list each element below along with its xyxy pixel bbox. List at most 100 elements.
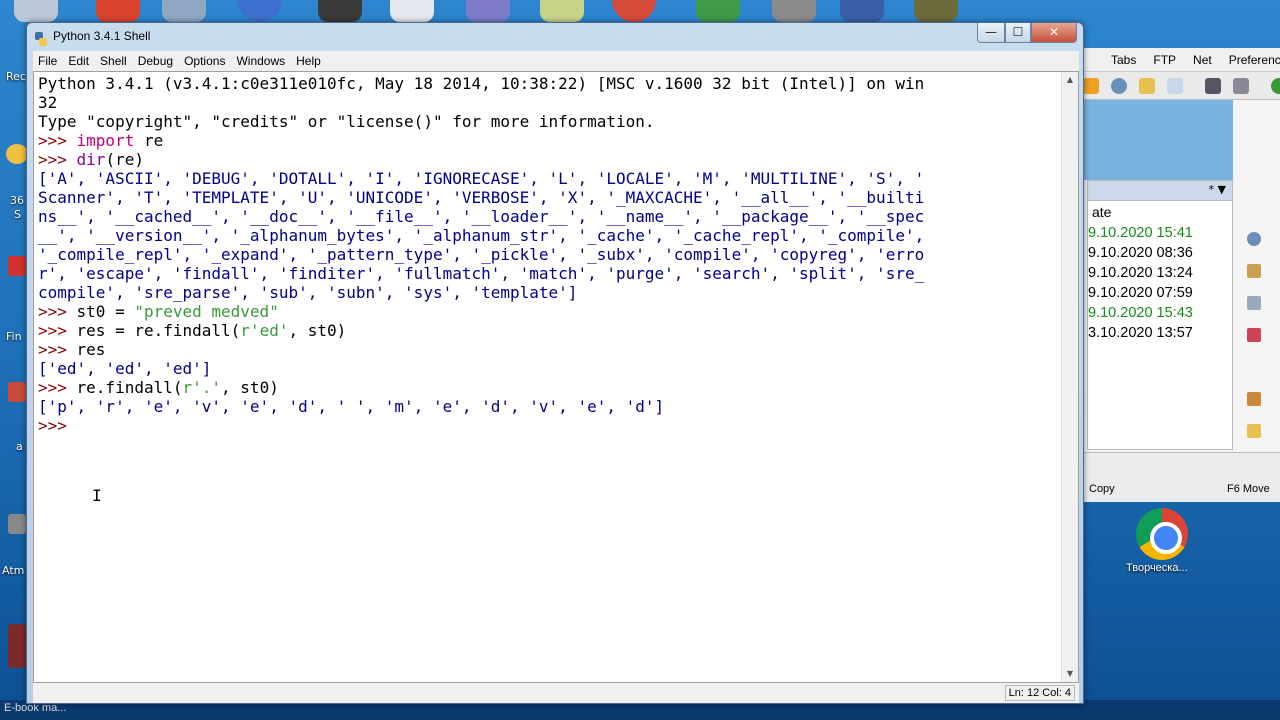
shell-line[interactable]: 32	[38, 93, 1058, 112]
desktop-icon-red[interactable]	[96, 0, 140, 22]
menu-edit[interactable]: Edit	[63, 54, 95, 68]
shell-line[interactable]: Scanner', 'T', 'TEMPLATE', 'U', 'UNICODE…	[38, 188, 1058, 207]
desktop-icon-chrome[interactable]	[612, 0, 656, 22]
file-row-date[interactable]: 9.10.2020 15:41	[1088, 223, 1232, 243]
desktop-shortcut-icon[interactable]	[8, 382, 26, 402]
close-button[interactable]: ✕	[1031, 23, 1077, 43]
shell-text: '_compile_repl', '_expand', '_pattern_ty…	[38, 245, 925, 264]
chrome-icon[interactable]	[1136, 508, 1188, 560]
shell-line[interactable]: '_compile_repl', '_expand', '_pattern_ty…	[38, 245, 1058, 264]
desktop-shortcut-label: Творческа...	[1126, 562, 1188, 574]
green-icon[interactable]	[1271, 78, 1280, 94]
list-icon[interactable]	[1247, 328, 1261, 342]
title-bar[interactable]: Python 3.4.1 Shell — ☐ ✕	[27, 23, 1083, 51]
date-column-header[interactable]: ate	[1088, 201, 1232, 223]
desktop-icon-dark[interactable]	[318, 0, 362, 22]
shell-line[interactable]: Python 3.4.1 (v3.4.1:c0e311e010fc, May 1…	[38, 74, 1058, 93]
menu-debug[interactable]: Debug	[133, 54, 179, 68]
status-bar: Ln: 12 Col: 4	[33, 683, 1079, 703]
shell-line[interactable]: Type "copyright", "credits" or "license(…	[38, 112, 1058, 131]
scroll-down-arrow-icon[interactable]: ▼	[1062, 666, 1078, 682]
zoom-icon[interactable]	[1247, 232, 1261, 246]
shell-line[interactable]: ['p', 'r', 'e', 'v', 'e', 'd', ' ', 'm',…	[38, 397, 1058, 416]
minimize-button[interactable]: —	[977, 23, 1005, 43]
shell-line[interactable]: compile', 'sre_parse', 'sub', 'subn', 's…	[38, 283, 1058, 302]
copy-icon[interactable]	[1167, 78, 1183, 94]
list-icon[interactable]	[1247, 296, 1261, 310]
desktop-icon-trash[interactable]	[14, 0, 58, 22]
desktop-icon-yellow[interactable]	[540, 0, 584, 22]
menu-help[interactable]: Help	[291, 54, 327, 68]
file-row-date[interactable]: 9.10.2020 13:24	[1088, 263, 1232, 283]
scroll-up-arrow-icon[interactable]: ▲	[1062, 72, 1078, 88]
desktop-icon-green[interactable]	[696, 0, 740, 22]
move-button[interactable]: F6 Move	[1227, 483, 1270, 495]
view-icon[interactable]	[1205, 78, 1221, 94]
desktop-shortcut-icon[interactable]	[8, 624, 26, 668]
folder-icon[interactable]	[1139, 78, 1155, 94]
upload-icon[interactable]	[1247, 392, 1261, 406]
desktop-shortcut-icon[interactable]	[6, 144, 26, 164]
file-row-date[interactable]: 9.10.2020 08:36	[1088, 243, 1232, 263]
shell-line[interactable]: >>> st0 = "preved medved"	[38, 302, 1058, 321]
shell-text: "preved medved"	[134, 302, 279, 321]
desktop-icon-olive[interactable]	[914, 0, 958, 22]
shell-line[interactable]: >>> import re	[38, 131, 1058, 150]
background-menu-item[interactable]: Preferences	[1220, 53, 1280, 67]
header-dropdown[interactable]: * ▼	[1209, 183, 1226, 196]
shell-text: res	[76, 340, 106, 359]
edit-icon[interactable]	[1247, 264, 1261, 278]
shell-line[interactable]: >>>	[38, 416, 1058, 435]
desktop-icon-purple[interactable]	[466, 0, 510, 22]
cursor-position: Ln: 12 Col: 4	[1004, 685, 1075, 701]
shell-prompt: >>>	[38, 150, 77, 169]
maximize-button[interactable]: ☐	[1005, 23, 1031, 43]
menu-file[interactable]: File	[33, 54, 63, 68]
desktop-shortcut-icon[interactable]	[8, 256, 26, 276]
shell-line[interactable]: ns__', '__cached__', '__doc__', '__file_…	[38, 207, 1058, 226]
file-list-panel[interactable]: * ▼ ate 9.10.2020 15:41 9.10.2020 08:36 9.…	[1087, 180, 1233, 450]
shell-line[interactable]: __', '__version__', '_alphanum_bytes', '…	[38, 226, 1058, 245]
file-row-date[interactable]: 9.10.2020 15:43	[1088, 303, 1232, 323]
desktop-left-label: Fin	[6, 330, 22, 343]
desktop-icon-grey[interactable]	[772, 0, 816, 22]
shell-line[interactable]: >>> dir(re)	[38, 150, 1058, 169]
desktop-icon-blue-doc[interactable]	[840, 0, 884, 22]
desktop-icon-blue-circle[interactable]	[238, 0, 282, 22]
shell-text: import	[76, 131, 135, 150]
background-menu-item[interactable]: Net	[1184, 53, 1220, 67]
background-menu-item[interactable]: FTP	[1144, 53, 1184, 67]
shell-line[interactable]: >>> re.findall(r'.', st0)	[38, 378, 1058, 397]
shell-prompt: >>>	[38, 302, 77, 321]
shell-text: __', '__version__', '_alphanum_bytes', '…	[38, 226, 925, 245]
shell-output[interactable]: Python 3.4.1 (v3.4.1:c0e311e010fc, May 1…	[38, 74, 1058, 435]
python-shell-window[interactable]: Python 3.4.1 Shell — ☐ ✕ File Edit Shell…	[26, 22, 1084, 704]
background-file-manager[interactable]: Tabs FTP Net Preferences * ▼ ate 9.10.20…	[1080, 48, 1280, 502]
background-menu-item[interactable]: Tabs	[1081, 53, 1144, 67]
grid-icon[interactable]	[1233, 78, 1249, 94]
search-icon[interactable]	[1111, 78, 1127, 94]
copy-button[interactable]: Copy	[1089, 483, 1115, 495]
shell-line[interactable]: ['A', 'ASCII', 'DEBUG', 'DOTALL', 'I', '…	[38, 169, 1058, 188]
shell-line[interactable]: >>> res	[38, 340, 1058, 359]
shell-text: , st0)	[288, 321, 347, 340]
window-title: Python 3.4.1 Shell	[53, 29, 151, 43]
shell-prompt: >>>	[38, 131, 77, 150]
menu-shell[interactable]: Shell	[95, 54, 133, 68]
shell-line[interactable]: ['ed', 'ed', 'ed']	[38, 359, 1058, 378]
shell-line[interactable]: r', 'escape', 'findall', 'finditer', 'fu…	[38, 264, 1058, 283]
warning-icon[interactable]	[1083, 78, 1099, 94]
add-folder-icon[interactable]	[1247, 424, 1261, 438]
menu-options[interactable]: Options	[179, 54, 231, 68]
shell-text: ['ed', 'ed', 'ed']	[38, 359, 212, 378]
desktop-icon-doc[interactable]	[390, 0, 434, 22]
menu-windows[interactable]: Windows	[231, 54, 291, 68]
desktop-left-label: 36	[10, 194, 24, 207]
shell-line[interactable]: >>> res = re.findall(r'ed', st0)	[38, 321, 1058, 340]
desktop-icon-box[interactable]	[162, 0, 206, 22]
desktop-shortcut-icon[interactable]	[8, 514, 26, 534]
shell-text-area[interactable]: Python 3.4.1 (v3.4.1:c0e311e010fc, May 1…	[33, 71, 1079, 683]
file-row-date[interactable]: 3.10.2020 13:57	[1088, 323, 1232, 343]
file-row-date[interactable]: 9.10.2020 07:59	[1088, 283, 1232, 303]
vertical-scrollbar[interactable]: ▲ ▼	[1061, 72, 1078, 682]
